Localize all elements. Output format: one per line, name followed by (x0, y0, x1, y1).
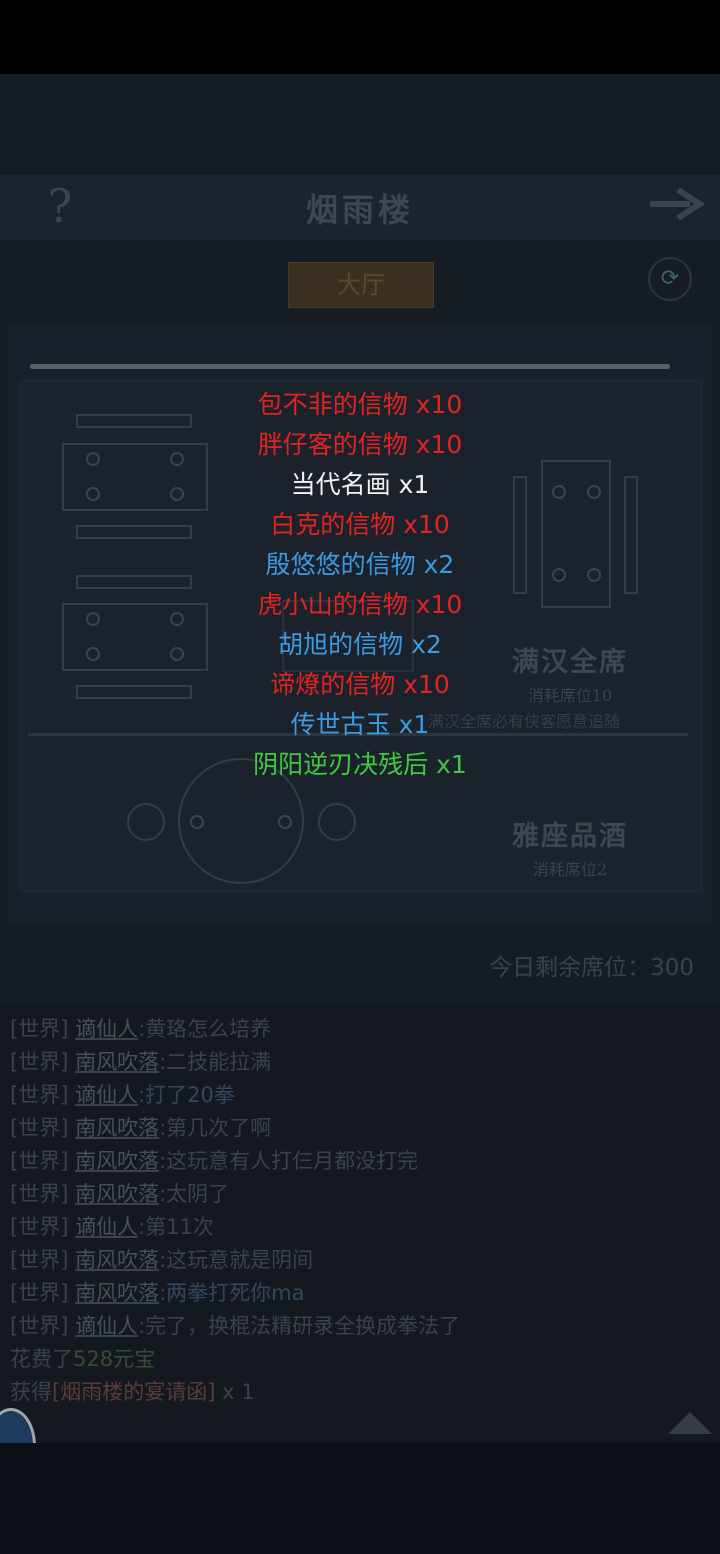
chat-name[interactable]: 南风吹落 (75, 1116, 159, 1140)
scroll-up-icon[interactable] (668, 1412, 712, 1434)
chat-line: [世界] 南风吹落:这玩意有人打仨月都没打完 (10, 1145, 418, 1175)
chat-channel: [世界] (10, 1314, 69, 1338)
chat-line: [世界] 谪仙人:第11次 (10, 1211, 214, 1241)
reward-item: 胖仔客的信物 x10 (257, 430, 463, 459)
chat-name[interactable]: 谪仙人 (75, 1017, 138, 1041)
reward-item: 胡旭的信物 x2 (278, 630, 442, 659)
chat-channel: [世界] (10, 1050, 69, 1074)
chat-message: :第几次了啊 (159, 1116, 272, 1140)
chat-line: [世界] 谪仙人:完了，换棍法精研录全换成拳法了 (10, 1310, 460, 1340)
chat-line: [世界] 南风吹落:太阴了 (10, 1178, 229, 1208)
chat-name[interactable]: 南风吹落 (75, 1281, 159, 1305)
chat-channel: [世界] (10, 1182, 69, 1206)
chat-message: :第11次 (138, 1215, 214, 1239)
page-title: 烟雨楼 (305, 191, 414, 229)
remaining-seats: 今日剩余席位：300 (489, 955, 694, 981)
stool (318, 803, 356, 841)
reward-item: 殷悠悠的信物 x2 (265, 550, 455, 579)
chat-channel: [世界] (10, 1116, 69, 1140)
stool (127, 803, 165, 841)
chat-message: :二技能拉满 (159, 1050, 272, 1074)
reward-list: 包不非的信物 x10 胖仔客的信物 x10 当代名画 x1 白克的信物 x10 … (0, 385, 720, 785)
reward-item: 阴阳逆刃决残后 x1 (253, 750, 467, 779)
chat-line: [世界] 谪仙人:打了20拳 (10, 1079, 235, 1109)
tab-hall[interactable]: 大厅 (288, 262, 434, 308)
arrow-right-icon[interactable] (648, 186, 704, 222)
system-spent-amount: 528元宝 (73, 1347, 156, 1371)
system-gain-item[interactable]: [烟雨楼的宴请函] (52, 1380, 215, 1404)
chat-panel[interactable]: [世界] 谪仙人:黄珞怎么培养 [世界] 南风吹落:二技能拉满 [世界] 谪仙人… (0, 1003, 720, 1443)
chat-message: :太阴了 (159, 1182, 230, 1206)
chat-line: [世界] 南风吹落:两拳打死你ma (10, 1277, 304, 1307)
bottom-strip (0, 1443, 720, 1554)
reward-item: 谛燎的信物 x10 (270, 670, 450, 699)
option-wine-cost: 消耗席位2 (532, 860, 608, 879)
seat (190, 815, 204, 829)
system-spent-line: 花费了528元宝 (10, 1343, 155, 1373)
reward-item: 虎小山的信物 x10 (257, 590, 463, 619)
chat-message: :这玩意有人打仨月都没打完 (159, 1149, 419, 1173)
chat-channel: [世界] (10, 1149, 69, 1173)
seat (278, 815, 292, 829)
chat-name[interactable]: 南风吹落 (75, 1248, 159, 1272)
chat-message: :两拳打死你ma (159, 1281, 305, 1305)
reward-item: 白克的信物 x10 (270, 510, 450, 539)
chat-name[interactable]: 南风吹落 (75, 1050, 159, 1074)
system-gain-line: 获得[烟雨楼的宴请函] x 1 (10, 1376, 255, 1406)
reward-item: 传世古玉 x1 (290, 710, 430, 739)
chat-name[interactable]: 南风吹落 (75, 1149, 159, 1173)
system-gain-suffix: x 1 (215, 1380, 255, 1404)
chat-name[interactable]: 南风吹落 (75, 1182, 159, 1206)
chat-message: :完了，换棍法精研录全换成拳法了 (138, 1314, 461, 1338)
chat-name[interactable]: 谪仙人 (75, 1083, 138, 1107)
scroll-divider (30, 364, 670, 369)
chat-channel: [世界] (10, 1083, 69, 1107)
reward-item: 当代名画 x1 (290, 470, 430, 499)
system-gain-prefix: 获得 (10, 1380, 52, 1404)
refresh-icon[interactable]: ⟳ (648, 257, 692, 301)
chat-line: [世界] 南风吹落:这玩意就是阴间 (10, 1244, 313, 1274)
reward-item: 包不非的信物 x10 (257, 390, 463, 419)
chat-message: :黄珞怎么培养 (138, 1017, 272, 1041)
chat-line: [世界] 南风吹落:第几次了啊 (10, 1112, 271, 1142)
chat-line: [世界] 谪仙人:黄珞怎么培养 (10, 1013, 271, 1043)
chat-name[interactable]: 谪仙人 (75, 1314, 138, 1338)
chat-message: :这玩意就是阴间 (159, 1248, 314, 1272)
chat-channel: [世界] (10, 1248, 69, 1272)
chat-line: [世界] 南风吹落:二技能拉满 (10, 1046, 271, 1076)
chat-message: :打了20拳 (138, 1083, 235, 1107)
chat-channel: [世界] (10, 1017, 69, 1041)
option-wine-title[interactable]: 雅座品酒 (470, 814, 670, 853)
chat-channel: [世界] (10, 1281, 69, 1305)
system-spent-prefix: 花费了 (10, 1347, 73, 1371)
chat-channel: [世界] (10, 1215, 69, 1239)
status-bar (0, 0, 720, 74)
chat-name[interactable]: 谪仙人 (75, 1215, 138, 1239)
